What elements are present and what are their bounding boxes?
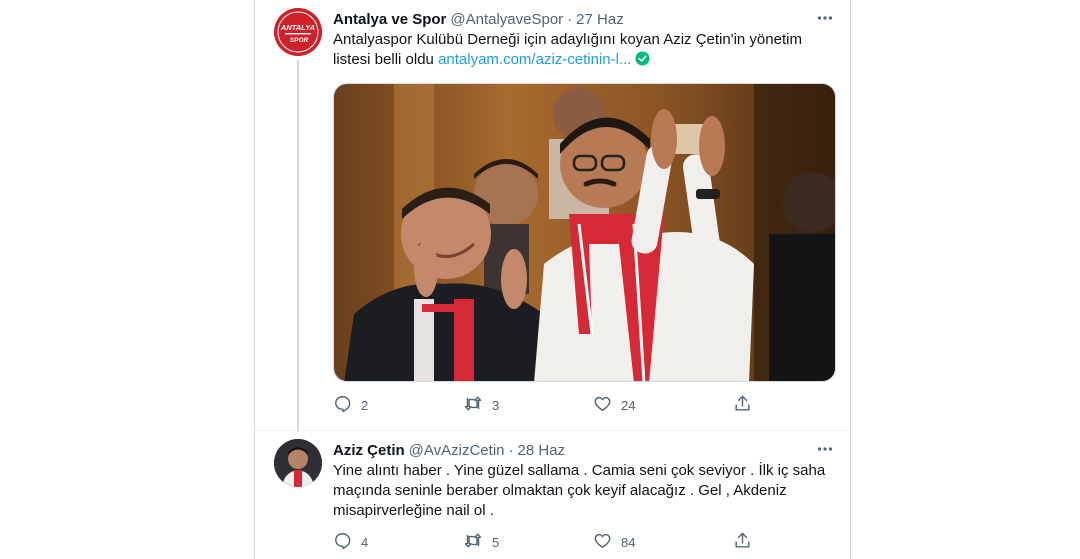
reply-button[interactable]: 2	[333, 394, 463, 416]
retweet-button[interactable]: 5	[463, 531, 593, 553]
heart-icon	[593, 531, 612, 553]
svg-text:ANTALYA: ANTALYA	[280, 23, 315, 32]
user-handle[interactable]: @AntalyaveSpor	[450, 11, 563, 28]
avatar[interactable]	[274, 439, 322, 487]
reply-count: 2	[361, 397, 369, 413]
separator-dot: ·	[567, 10, 573, 28]
retweet-icon	[463, 531, 483, 553]
svg-text:SPOR: SPOR	[290, 37, 309, 44]
tweet[interactable]: Aziz Çetin @AvAzizCetin · 28 Haz Yine al…	[255, 430, 850, 559]
retweet-count: 3	[492, 397, 500, 413]
tweet-date[interactable]: 28 Haz	[518, 442, 566, 459]
reply-icon	[333, 531, 352, 553]
more-horizontal-icon[interactable]	[814, 438, 836, 460]
more-horizontal-icon[interactable]	[814, 7, 836, 29]
display-name[interactable]: Aziz Çetin	[333, 442, 405, 459]
user-handle[interactable]: @AvAzizCetin	[409, 442, 505, 459]
stadium-photo	[334, 84, 835, 381]
tweet-text: Antalyaspor Kulübü Derneği için adaylığı…	[333, 30, 828, 72]
tweet-date[interactable]: 27 Haz	[576, 11, 624, 28]
antalyaspor-logo-icon: ANTALYA SPOR	[274, 8, 322, 56]
avatar[interactable]: ANTALYA SPOR	[274, 8, 322, 56]
profile-photo	[274, 439, 322, 487]
like-count: 24	[621, 397, 636, 413]
tweet-link[interactable]: antalyam.com/aziz-cetinin-l...	[438, 51, 631, 68]
tweet-header: Antalya ve Spor @AntalyaveSpor · 27 Haz	[333, 9, 836, 29]
timeline: ANTALYA SPOR Antalya ve Spor @AntalyaveS…	[254, 0, 851, 559]
retweet-button[interactable]: 3	[463, 394, 593, 416]
retweet-count: 5	[492, 534, 500, 550]
like-button[interactable]: 24	[593, 394, 723, 416]
thread-connector-line	[297, 60, 299, 432]
share-button[interactable]	[733, 531, 752, 553]
like-count: 84	[621, 534, 636, 550]
heart-icon	[593, 394, 612, 416]
verified-check-icon	[635, 51, 650, 72]
display-name[interactable]: Antalya ve Spor	[333, 11, 446, 28]
reply-icon	[333, 394, 352, 416]
reply-count: 4	[361, 534, 369, 550]
tweet-text: Yine alıntı haber . Yine güzel sallama .…	[333, 462, 826, 519]
tweet[interactable]: ANTALYA SPOR Antalya ve Spor @AntalyaveS…	[255, 0, 850, 432]
separator-dot: ·	[508, 441, 514, 459]
like-button[interactable]: 84	[593, 531, 723, 553]
tweet-header: Aziz Çetin @AvAzizCetin · 28 Haz	[333, 440, 836, 460]
share-icon	[733, 531, 752, 553]
tweet-actions: 2 3 24	[333, 394, 834, 416]
tweet-photo[interactable]	[333, 83, 836, 382]
tweet-actions: 4 5 84	[333, 531, 834, 553]
retweet-icon	[463, 394, 483, 416]
reply-button[interactable]: 4	[333, 531, 463, 553]
share-icon	[733, 394, 752, 416]
share-button[interactable]	[733, 394, 752, 416]
